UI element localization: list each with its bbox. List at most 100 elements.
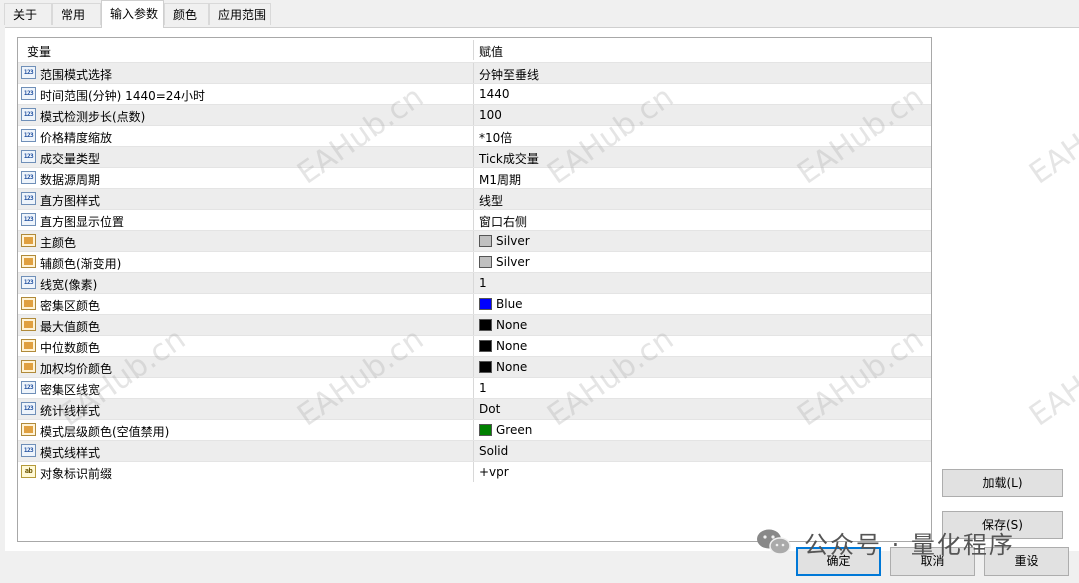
color-param-icon bbox=[21, 318, 36, 331]
column-separator[interactable] bbox=[473, 40, 474, 60]
parameter-value[interactable]: Tick成交量 bbox=[479, 150, 539, 167]
column-separator bbox=[473, 399, 474, 419]
table-row[interactable]: 123 数据源周期 M1周期 bbox=[18, 167, 931, 188]
table-row[interactable]: 123 模式线样式 Solid bbox=[18, 440, 931, 461]
color-param-icon bbox=[21, 339, 36, 352]
column-separator bbox=[473, 420, 474, 440]
tab-about[interactable]: 关于 bbox=[4, 3, 52, 25]
parameter-name: 辅颜色(渐变用) bbox=[40, 257, 122, 271]
table-row[interactable]: 密集区颜色 Blue bbox=[18, 293, 931, 314]
table-row[interactable]: 123 直方图显示位置 窗口右侧 bbox=[18, 209, 931, 230]
numeric-param-icon: 123 bbox=[21, 381, 36, 394]
column-header-variable[interactable]: 变量 bbox=[27, 43, 51, 60]
table-row[interactable]: 123 直方图样式 线型 bbox=[18, 188, 931, 209]
numeric-param-icon: 123 bbox=[21, 129, 36, 142]
parameter-value[interactable]: +vpr bbox=[479, 465, 509, 479]
table-row[interactable]: 辅颜色(渐变用) Silver bbox=[18, 251, 931, 272]
table-row[interactable]: 123 成交量类型 Tick成交量 bbox=[18, 146, 931, 167]
parameter-value[interactable]: 线型 bbox=[479, 192, 503, 209]
column-separator bbox=[473, 273, 474, 293]
color-swatch[interactable] bbox=[479, 319, 492, 331]
parameter-name: 直方图样式 bbox=[40, 194, 101, 208]
column-separator bbox=[473, 210, 474, 230]
color-swatch[interactable] bbox=[479, 235, 492, 247]
table-row[interactable]: 123 线宽(像素) 1 bbox=[18, 272, 931, 293]
color-swatch[interactable] bbox=[479, 256, 492, 268]
column-separator bbox=[473, 294, 474, 314]
table-row[interactable]: 中位数颜色 None bbox=[18, 335, 931, 356]
table-row[interactable]: 123 统计线样式 Dot bbox=[18, 398, 931, 419]
parameter-value[interactable]: *10倍 bbox=[479, 129, 512, 146]
color-param-icon bbox=[21, 360, 36, 373]
parameter-name: 对象标识前缀 bbox=[40, 467, 113, 481]
parameter-value[interactable]: 1 bbox=[479, 381, 487, 395]
table-row[interactable]: 模式层级颜色(空值禁用) Green bbox=[18, 419, 931, 440]
parameter-value[interactable]: 窗口右侧 bbox=[479, 213, 527, 230]
color-swatch[interactable] bbox=[479, 298, 492, 310]
parameter-name: 模式检测步长(点数) bbox=[40, 110, 146, 124]
table-row[interactable]: 123 价格精度缩放 *10倍 bbox=[18, 125, 931, 146]
column-separator bbox=[473, 462, 474, 482]
parameter-name: 范围模式选择 bbox=[40, 68, 113, 82]
numeric-param-icon: 123 bbox=[21, 108, 36, 121]
table-row[interactable]: 加权均价颜色 None bbox=[18, 356, 931, 377]
parameter-name: 加权均价颜色 bbox=[40, 362, 113, 376]
column-header-value[interactable]: 赋值 bbox=[479, 43, 503, 60]
numeric-param-icon: 123 bbox=[21, 444, 36, 457]
color-swatch[interactable] bbox=[479, 361, 492, 373]
parameter-value[interactable]: None bbox=[496, 339, 527, 353]
parameter-name: 主颜色 bbox=[40, 236, 77, 250]
parameter-name: 线宽(像素) bbox=[40, 278, 98, 292]
parameter-name: 价格精度缩放 bbox=[40, 131, 113, 145]
numeric-param-icon: 123 bbox=[21, 171, 36, 184]
tab-input-params[interactable]: 输入参数 bbox=[101, 0, 164, 28]
tab-common[interactable]: 常用 bbox=[52, 3, 101, 25]
column-separator bbox=[473, 84, 474, 104]
parameter-value[interactable]: Silver bbox=[496, 234, 530, 248]
tab-scope[interactable]: 应用范围 bbox=[209, 3, 271, 25]
color-swatch[interactable] bbox=[479, 340, 492, 352]
wechat-icon bbox=[757, 529, 791, 555]
parameter-value[interactable]: Green bbox=[496, 423, 532, 437]
table-row[interactable]: 123 范围模式选择 分钟至垂线 bbox=[18, 62, 931, 83]
parameter-value[interactable]: Solid bbox=[479, 444, 508, 458]
parameter-name: 模式层级颜色(空值禁用) bbox=[40, 425, 170, 439]
table-row[interactable]: 最大值颜色 None bbox=[18, 314, 931, 335]
column-separator bbox=[473, 378, 474, 398]
wechat-account-label: 公众号 · 量化程序 bbox=[804, 531, 1015, 559]
parameter-value[interactable]: 100 bbox=[479, 108, 502, 122]
column-separator bbox=[473, 231, 474, 251]
table-row[interactable]: ab 对象标识前缀 +vpr bbox=[18, 461, 931, 482]
column-separator bbox=[473, 357, 474, 377]
parameter-value[interactable]: 1440 bbox=[479, 87, 510, 101]
parameter-name: 中位数颜色 bbox=[40, 341, 101, 355]
parameter-name: 成交量类型 bbox=[40, 152, 101, 166]
parameter-grid[interactable]: 变量 赋值 123 范围模式选择 分钟至垂线 123 时间范围(分钟) 1440=24小… bbox=[17, 37, 932, 542]
parameter-value[interactable]: 分钟至垂线 bbox=[479, 66, 539, 83]
color-param-icon bbox=[21, 297, 36, 310]
table-row[interactable]: 主颜色 Silver bbox=[18, 230, 931, 251]
color-swatch[interactable] bbox=[479, 424, 492, 436]
numeric-param-icon: 123 bbox=[21, 87, 36, 100]
parameter-value[interactable]: None bbox=[496, 360, 527, 374]
parameter-value[interactable]: None bbox=[496, 318, 527, 332]
parameter-value[interactable]: M1周期 bbox=[479, 171, 521, 188]
parameter-name: 统计线样式 bbox=[40, 404, 101, 418]
tab-colors[interactable]: 颜色 bbox=[164, 3, 209, 25]
tab-bar: 关于 常用 输入参数 颜色 应用范围 bbox=[0, 0, 1079, 28]
parameter-name: 最大值颜色 bbox=[40, 320, 101, 334]
parameter-value[interactable]: Blue bbox=[496, 297, 523, 311]
table-row[interactable]: 123 模式检测步长(点数) 100 bbox=[18, 104, 931, 125]
table-row[interactable]: 123 密集区线宽 1 bbox=[18, 377, 931, 398]
parameter-value[interactable]: 1 bbox=[479, 276, 487, 290]
table-row[interactable]: 123 时间范围(分钟) 1440=24小时 1440 bbox=[18, 83, 931, 104]
parameter-name: 模式线样式 bbox=[40, 446, 101, 460]
parameter-value[interactable]: Silver bbox=[496, 255, 530, 269]
numeric-param-icon: 123 bbox=[21, 276, 36, 289]
numeric-param-icon: 123 bbox=[21, 192, 36, 205]
color-param-icon bbox=[21, 423, 36, 436]
column-separator bbox=[473, 126, 474, 146]
parameter-value[interactable]: Dot bbox=[479, 402, 500, 416]
parameter-name: 密集区颜色 bbox=[40, 299, 101, 313]
load-button[interactable]: 加载(L) bbox=[942, 469, 1063, 497]
